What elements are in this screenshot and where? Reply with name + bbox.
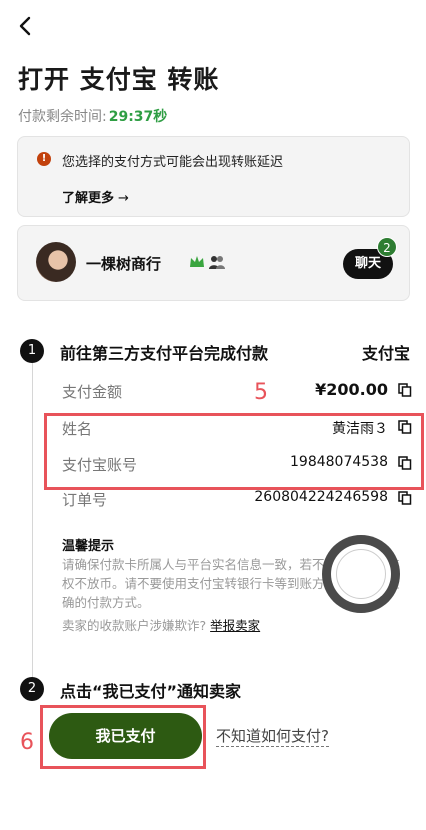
how-to-pay-link[interactable]: 不知道如何支付? [216, 725, 329, 747]
chevron-left-icon [19, 16, 31, 36]
amount-row: 支付金额 ¥200.00 [62, 379, 412, 403]
learn-more-link[interactable]: 了解更多 → [62, 187, 129, 206]
step2-number: 2 [20, 677, 44, 701]
annotation-box-5 [44, 413, 424, 490]
step2-title: 点击“我已支付”通知卖家 [60, 682, 242, 701]
copy-icon[interactable] [398, 491, 412, 505]
annotation-label-5: 5 [254, 380, 268, 405]
unread-badge: 2 [377, 237, 397, 257]
annotation-label-6: 6 [20, 730, 34, 755]
step1-title: 前往第三方支付平台完成付款 [60, 344, 269, 363]
timer-value: 29:37秒 [108, 109, 168, 125]
page-title: 打开 支付宝 转账 [18, 65, 220, 94]
order-value: 260804224246598 [254, 489, 388, 505]
seller-avatar[interactable] [36, 242, 76, 282]
paid-button[interactable]: 我已支付 [49, 713, 202, 759]
step1-number: 1 [20, 339, 44, 363]
floating-assistive-button[interactable] [322, 535, 400, 613]
crown-icon [190, 256, 204, 267]
amount-value: ¥200.00 [315, 380, 388, 399]
payment-timer: 付款剩余时间: 29:37秒 [18, 106, 167, 126]
step-connector [32, 360, 33, 680]
report-line: 卖家的收款账户涉嫌欺诈? 举报卖家 [62, 615, 260, 634]
report-prompt: 卖家的收款账户涉嫌欺诈? [62, 618, 207, 633]
tips-title: 温馨提示 [62, 539, 115, 554]
payment-method: 支付宝 [361, 344, 410, 363]
seller-card: 一棵树商行 聊天 2 [17, 225, 410, 301]
order-row: 订单号 260804224246598 [62, 487, 412, 511]
delay-notice: ! 您选择的支付方式可能会出现转账延迟 了解更多 → [17, 136, 410, 217]
back-button[interactable] [14, 14, 38, 38]
warning-icon: ! [37, 152, 51, 166]
timer-label: 付款剩余时间: [18, 109, 107, 125]
seller-name: 一棵树商行 [86, 255, 162, 273]
learn-more-label: 了解更多 [62, 191, 115, 206]
arrow-right-icon: → [118, 191, 129, 206]
verified-people-icon [209, 256, 225, 269]
floating-button-ring [336, 549, 386, 599]
notice-message: 您选择的支付方式可能会出现转账延迟 [62, 155, 284, 170]
copy-icon[interactable] [398, 383, 412, 397]
amount-label: 支付金额 [62, 383, 123, 401]
order-label: 订单号 [62, 491, 108, 509]
report-seller-link[interactable]: 举报卖家 [210, 618, 260, 633]
